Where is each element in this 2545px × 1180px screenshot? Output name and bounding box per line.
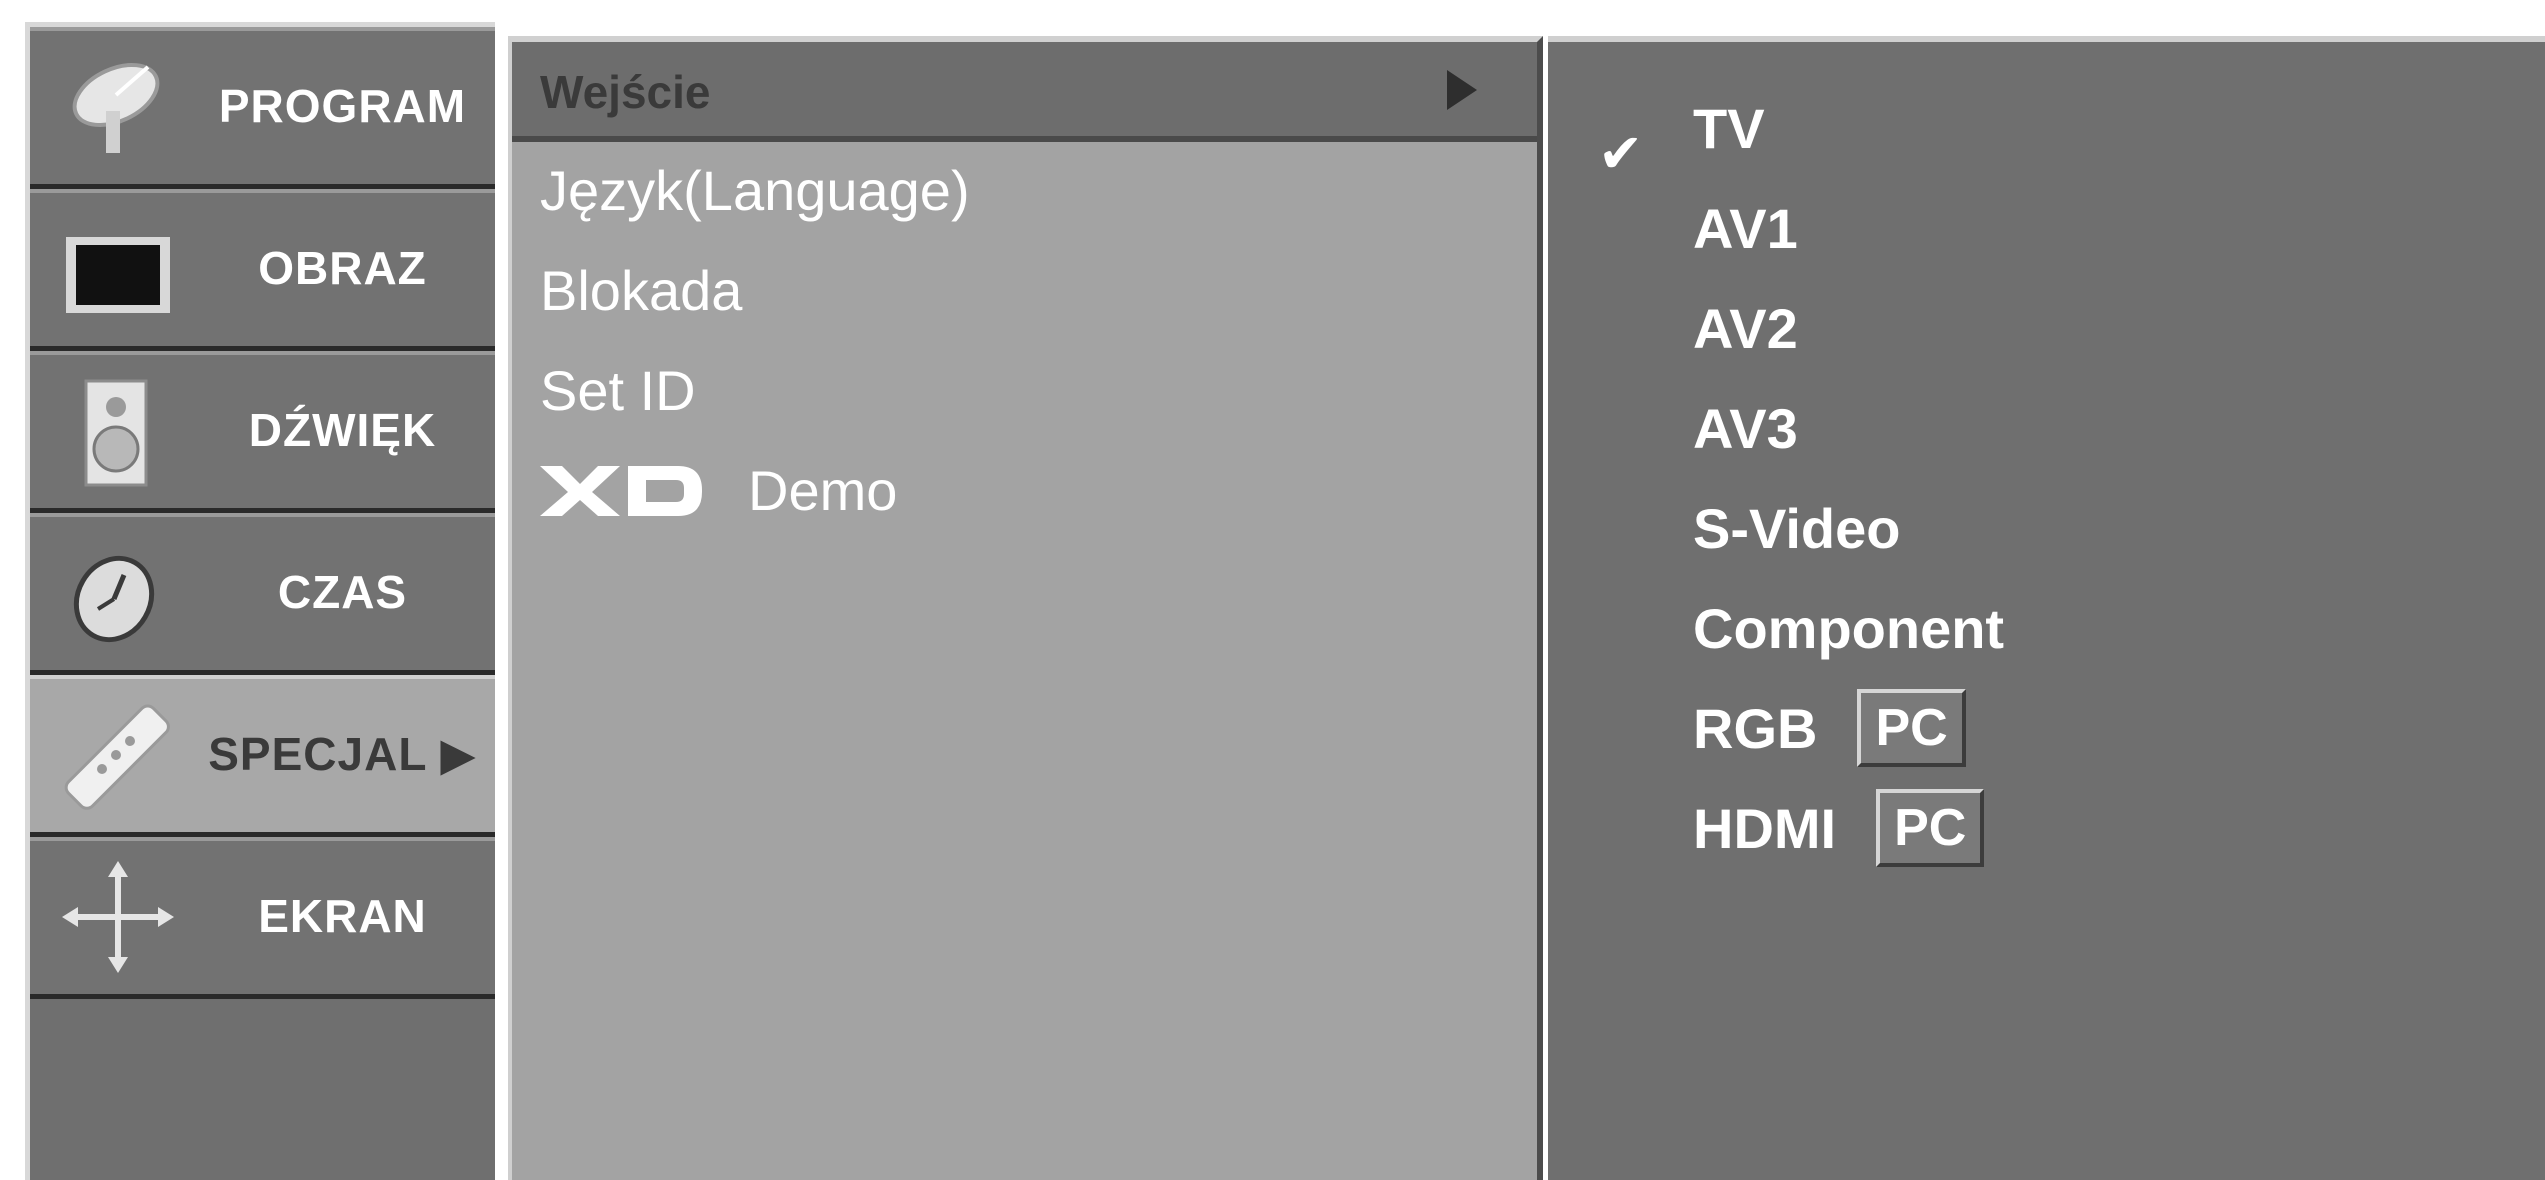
sidebar-item-specjal[interactable]: SPECJAL ▶ (30, 675, 495, 837)
submenu-item-input[interactable]: Wejście (512, 42, 1537, 142)
submenu-item-label: Set ID (540, 358, 696, 422)
submenu-item-label: Wejście (540, 66, 711, 118)
option-label: S-Video (1693, 496, 1901, 560)
option-label: AV1 (1693, 196, 1798, 260)
tv-osd-menu: PROGRAM OBRAZ DŹWIĘK CZAS SPECJAL ▶ EKRA… (0, 0, 2545, 1180)
sidebar-item-label: EKRAN (258, 889, 427, 942)
pc-tag: PC (1857, 689, 1966, 767)
submenu-item-label: Blokada (540, 258, 743, 322)
submenu-item-demo[interactable]: Demo (512, 442, 1537, 538)
tv-screen-icon (58, 209, 178, 329)
option-rgb[interactable]: RGB PC (1693, 680, 1966, 776)
move-arrows-icon (58, 857, 178, 977)
option-hdmi[interactable]: HDMI PC (1693, 780, 1985, 876)
option-label: RGB (1693, 696, 1818, 760)
option-component[interactable]: Component (1693, 580, 2004, 676)
submenu-item-lock[interactable]: Blokada (512, 242, 1537, 338)
sidebar-item-label: PROGRAM (218, 79, 467, 132)
checkmark-icon: ✔ (1598, 124, 1644, 184)
option-av1[interactable]: AV1 (1693, 180, 1798, 276)
special-submenu: Wejście Język(Language) Blokada Set ID D… (508, 36, 1543, 1180)
submenu-arrow-icon (1447, 70, 1477, 110)
speaker-icon (58, 371, 178, 491)
sidebar-item-label: SPECJAL ▶ (208, 727, 477, 780)
submenu-item-label: Demo (748, 458, 898, 522)
option-label: Component (1693, 596, 2005, 660)
option-av3[interactable]: AV3 (1693, 380, 1798, 476)
sidebar-item-label: CZAS (277, 565, 408, 618)
option-label: TV (1693, 96, 1765, 160)
option-s-video[interactable]: S-Video (1693, 480, 1900, 576)
submenu-item-set-id[interactable]: Set ID (512, 342, 1537, 438)
sidebar-item-obraz[interactable]: OBRAZ (30, 189, 495, 351)
clock-icon (58, 533, 178, 653)
remote-control-icon (58, 695, 178, 815)
sidebar-item-czas[interactable]: CZAS (30, 513, 495, 675)
submenu-item-label: Język(Language) (540, 158, 970, 222)
sidebar-item-label: DŹWIĘK (248, 403, 437, 456)
option-label: AV2 (1693, 296, 1798, 360)
sidebar-item-label: OBRAZ (258, 241, 427, 294)
option-tv[interactable]: TV (1693, 80, 1765, 176)
sidebar-item-ekran[interactable]: EKRAN (30, 837, 495, 999)
category-sidebar: PROGRAM OBRAZ DŹWIĘK CZAS SPECJAL ▶ EKRA… (25, 22, 495, 1180)
option-label: AV3 (1693, 396, 1798, 460)
option-av2[interactable]: AV2 (1693, 280, 1798, 376)
pc-tag: PC (1876, 789, 1985, 867)
xd-logo (540, 462, 704, 518)
input-options-panel: ✔ TV AV1 AV2 AV3 S-Video Component RGB P… (1548, 36, 2545, 1180)
satellite-dish-icon (58, 47, 178, 167)
sidebar-item-program[interactable]: PROGRAM (30, 27, 495, 189)
submenu-item-language[interactable]: Język(Language) (512, 142, 1537, 238)
option-label: HDMI (1693, 796, 1837, 860)
sidebar-item-dzwiek[interactable]: DŹWIĘK (30, 351, 495, 513)
